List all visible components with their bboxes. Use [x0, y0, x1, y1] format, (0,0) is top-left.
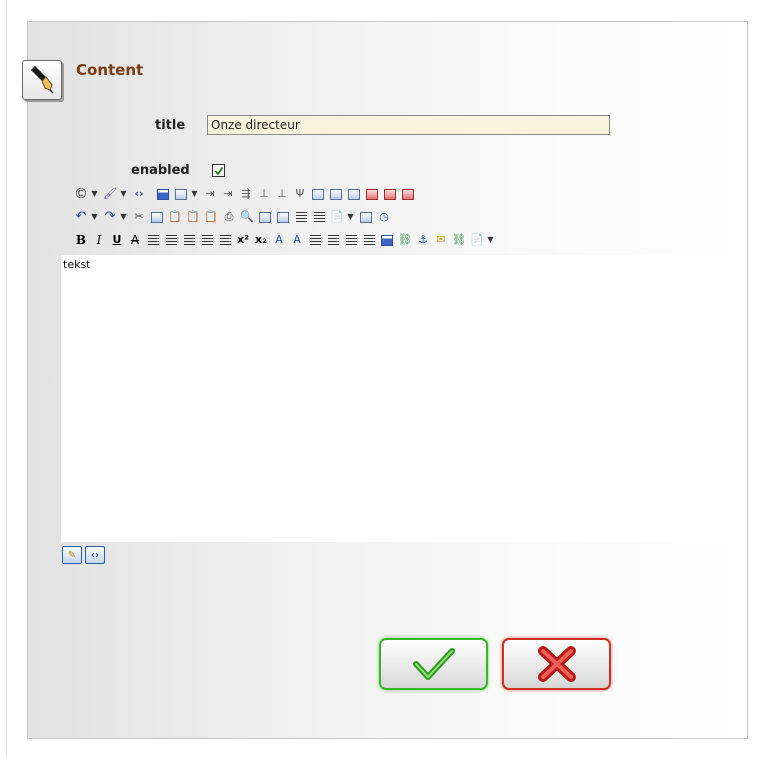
italic-icon[interactable]: I — [91, 232, 107, 248]
page-left-border — [6, 0, 7, 757]
paste-icon[interactable]: 📋 — [167, 209, 183, 225]
html-source-icon[interactable]: 📄 — [469, 232, 485, 248]
table-props-icon[interactable] — [310, 186, 326, 202]
font-color-icon[interactable]: A — [271, 232, 287, 248]
snippet-icon[interactable] — [358, 209, 374, 225]
align-left-icon[interactable] — [145, 232, 161, 248]
list-icon[interactable] — [311, 209, 327, 225]
cut-icon[interactable]: ✂ — [131, 209, 147, 225]
paste-word-icon[interactable]: 📋 — [203, 209, 219, 225]
dropdown-arrow-icon[interactable]: ▼ — [91, 209, 98, 225]
time-icon[interactable]: ◷ — [376, 209, 392, 225]
editor-text: tekst — [63, 258, 91, 271]
ordered-list-icon[interactable] — [343, 232, 359, 248]
underline-icon[interactable]: U — [109, 232, 125, 248]
dropdown-arrow-icon[interactable]: ▼ — [120, 209, 127, 225]
dropdown-arrow-icon[interactable]: ▼ — [347, 209, 354, 225]
row-props-icon[interactable] — [346, 186, 362, 202]
split-cells-icon[interactable]: ⊥ — [274, 186, 290, 202]
html-mode-icon: ‹› — [90, 549, 100, 561]
link-icon[interactable]: ⛓ — [397, 232, 413, 248]
merge-cells-icon[interactable]: ⊥ — [256, 186, 272, 202]
panel-title: Content — [76, 61, 144, 79]
copyright-icon[interactable]: © — [73, 186, 89, 202]
delete-row-icon[interactable] — [364, 186, 380, 202]
highlight-color-icon[interactable]: A — [289, 232, 305, 248]
dropdown-arrow-icon[interactable]: ▼ — [191, 186, 198, 202]
unordered-list-icon[interactable] — [361, 232, 377, 248]
enabled-label: enabled — [131, 163, 190, 178]
align-right-icon[interactable] — [181, 232, 197, 248]
checkmark-icon — [412, 648, 455, 680]
design-mode-icon: ✎ — [67, 549, 77, 561]
outdent-icon[interactable] — [325, 232, 341, 248]
image-manager-icon[interactable] — [379, 232, 395, 248]
title-label: title — [155, 118, 186, 133]
image-icon[interactable] — [155, 186, 171, 202]
strikethrough-icon[interactable]: A — [127, 232, 143, 248]
dropdown-arrow-icon[interactable]: ▼ — [91, 186, 98, 202]
confirm-button[interactable] — [379, 638, 488, 690]
template-icon[interactable]: 📄 — [329, 209, 345, 225]
dropdown-arrow-icon[interactable]: ▼ — [120, 186, 127, 202]
indent-icon[interactable] — [307, 232, 323, 248]
superscript-icon[interactable]: x² — [235, 232, 251, 248]
replace-icon[interactable] — [275, 209, 291, 225]
undo-icon[interactable]: ↶ — [73, 209, 89, 225]
find-icon[interactable]: 🔍 — [239, 209, 255, 225]
code-tag-icon[interactable]: ‹› — [131, 186, 147, 202]
title-input[interactable] — [207, 115, 610, 135]
editor-toolbar-row-1: © ▼ 🖌 ▼ ‹› ▼ ⇥ ⇥ ⇶ ⊥ ⊥ Ψ — [73, 184, 418, 204]
line-spacing-icon[interactable] — [293, 209, 309, 225]
pen-icon — [22, 60, 62, 100]
print-icon[interactable]: ⎙ — [221, 209, 237, 225]
brush-icon[interactable]: 🖌 — [102, 186, 118, 202]
justify-icon[interactable] — [199, 232, 215, 248]
insert-row-icon[interactable]: ⇥ — [202, 186, 218, 202]
editor-toolbar-row-3: B I U A x² x₂ A A ⛓ ⚓ ✉ ⛓ 📄 ▼ — [73, 230, 498, 250]
insert-column-icon[interactable]: ⇶ — [238, 186, 254, 202]
cell-props-icon[interactable] — [328, 186, 344, 202]
insert-row-after-icon[interactable]: ⇥ — [220, 186, 236, 202]
align-center-icon[interactable] — [163, 232, 179, 248]
design-mode-button[interactable]: ✎ — [62, 546, 82, 564]
editor-content-area[interactable]: tekst — [61, 255, 746, 542]
cancel-button[interactable] — [502, 638, 611, 690]
check-icon — [214, 167, 224, 176]
table-delete-icon[interactable] — [400, 186, 416, 202]
email-link-icon[interactable]: ✉ — [433, 232, 449, 248]
subscript-icon[interactable]: x₂ — [253, 232, 269, 248]
copy-icon[interactable] — [149, 209, 165, 225]
paste-text-icon[interactable]: 📋 — [185, 209, 201, 225]
select-all-icon[interactable] — [257, 209, 273, 225]
enabled-checkbox[interactable] — [212, 164, 225, 177]
editor-toolbar-row-2: ↶ ▼ ↷ ▼ ✂ 📋 📋 📋 ⎙ 🔍 📄 ▼ ◷ — [73, 207, 394, 227]
unlink-icon[interactable]: ⛓ — [451, 232, 467, 248]
redo-icon[interactable]: ↷ — [102, 209, 118, 225]
dropdown-arrow-icon[interactable]: ▼ — [487, 232, 494, 248]
bold-icon[interactable]: B — [73, 232, 89, 248]
cross-icon — [537, 646, 576, 682]
html-mode-button[interactable]: ‹› — [85, 546, 105, 564]
anchor-icon[interactable]: ⚓ — [415, 232, 431, 248]
delete-column-icon[interactable] — [382, 186, 398, 202]
table-icon[interactable] — [173, 186, 189, 202]
split-cells-vertical-icon[interactable]: Ψ — [292, 186, 308, 202]
justify-full-icon[interactable] — [217, 232, 233, 248]
